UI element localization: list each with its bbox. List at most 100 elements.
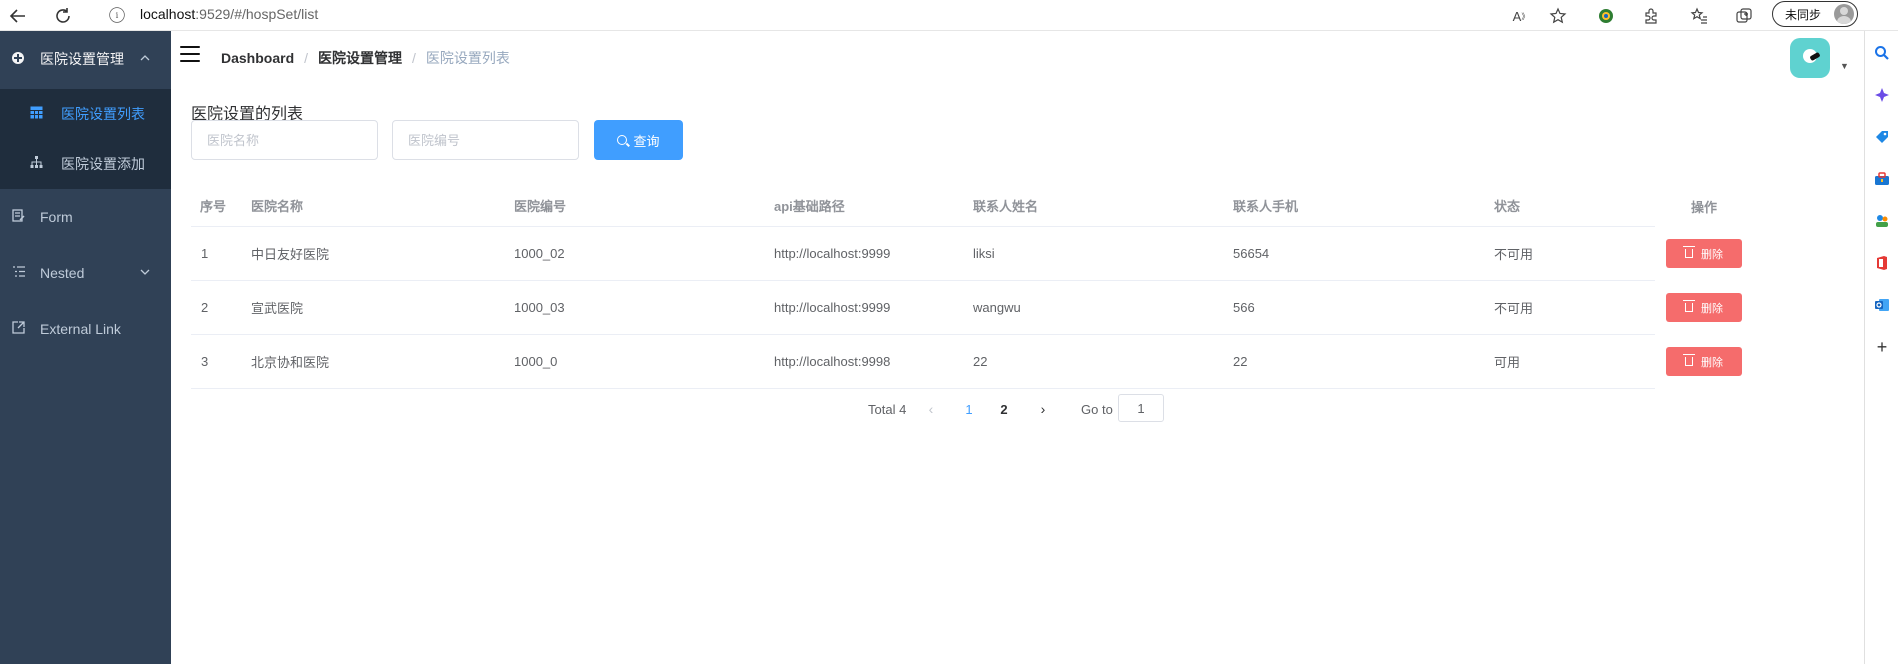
column-header: 医院名称 — [251, 199, 304, 214]
sidebar-item-hospital-add[interactable]: 医院设置添加 — [0, 139, 171, 189]
collections-icon[interactable] — [1733, 5, 1755, 27]
sidebar-item-hospital-settings[interactable]: 医院设置管理 — [0, 31, 171, 87]
cell-status: 不可用 — [1494, 301, 1534, 316]
chevron-left-icon[interactable]: ‹ — [924, 395, 938, 423]
browser-edge-sidebar: + — [1864, 31, 1898, 664]
sidebar-item-label: External Link — [40, 321, 121, 337]
search-button[interactable]: 查询 — [594, 120, 683, 160]
navbar: Dashboard / 医院设置管理 / 医院设置列表 ▼ — [171, 31, 1864, 83]
delete-button-label: 删除 — [1701, 302, 1723, 315]
trash-icon — [1683, 300, 1695, 312]
tree-icon — [30, 156, 43, 172]
hospital-name-input[interactable] — [191, 120, 378, 160]
sidebar-item-form[interactable]: Form — [0, 189, 171, 245]
breadcrumb-current: 医院设置列表 — [425, 50, 510, 66]
sidebar-item-nested[interactable]: Nested — [0, 245, 171, 301]
cell-actions: 删除 — [1666, 227, 1742, 280]
column-header: 医院编号 — [514, 199, 567, 214]
refresh-icon[interactable] — [51, 4, 75, 28]
table-row: 3 北京协和医院 1000_0 http://localhost:9998 22… — [191, 335, 1742, 389]
column-header: 序号 — [200, 199, 227, 214]
cell-hospital-code: 1000_02 — [514, 246, 565, 261]
cell-contact-name: wangwu — [973, 300, 1021, 315]
url-host: localhost — [140, 6, 196, 22]
cell-contact-name: liksi — [973, 246, 995, 261]
column-header: 联系人姓名 — [973, 199, 1039, 214]
cell-index: 2 — [201, 300, 209, 315]
cell-hospital-name: 中日友好医院 — [251, 247, 330, 262]
sidebar-item-label: Form — [40, 209, 73, 225]
sidebar-item-label: Nested — [40, 265, 85, 281]
external-link-icon — [10, 321, 26, 337]
sidebar-item-label: 医院设置列表 — [61, 106, 145, 122]
page-1-button[interactable]: 1 — [962, 395, 976, 423]
goto-page-input[interactable] — [1118, 394, 1164, 422]
shopping-tag-icon[interactable] — [1872, 127, 1892, 147]
cell-contact-phone: 566 — [1233, 300, 1255, 315]
cell-api-path: http://localhost:9999 — [774, 246, 891, 261]
search-button-label: 查询 — [633, 133, 660, 149]
cell-hospital-name: 宣武医院 — [251, 301, 304, 316]
extensions-icon[interactable] — [1640, 5, 1662, 27]
settings-gear-icon — [10, 51, 26, 68]
tools-icon[interactable] — [1872, 169, 1892, 189]
column-header: 联系人手机 — [1233, 199, 1299, 214]
cell-actions: 删除 — [1666, 281, 1742, 334]
cell-contact-phone: 56654 — [1233, 246, 1270, 261]
page-2-button[interactable]: 2 — [997, 395, 1011, 423]
copilot-icon[interactable] — [1872, 85, 1892, 105]
delete-button[interactable]: 删除 — [1666, 239, 1742, 268]
hamburger-icon[interactable] — [180, 46, 200, 64]
sidebar-item-external-link[interactable]: External Link — [0, 301, 171, 357]
info-icon[interactable]: i — [109, 7, 125, 23]
cell-hospital-name: 北京协和医院 — [251, 355, 330, 370]
chevron-up-icon — [140, 53, 150, 66]
delete-button-label: 删除 — [1701, 248, 1723, 261]
breadcrumb-dashboard[interactable]: Dashboard — [221, 50, 294, 66]
read-aloud-icon[interactable]: A 》 — [1510, 5, 1532, 27]
table-row: 1 中日友好医院 1000_02 http://localhost:9999 l… — [191, 227, 1742, 281]
breadcrumb: Dashboard / 医院设置管理 / 医院设置列表 — [221, 48, 510, 68]
office-icon[interactable] — [1872, 253, 1892, 273]
outlook-icon[interactable] — [1872, 295, 1892, 315]
form-icon — [10, 209, 26, 225]
cell-api-path: http://localhost:9999 — [774, 300, 891, 315]
profile-avatar-icon — [1834, 4, 1854, 24]
cell-contact-phone: 22 — [1233, 354, 1248, 369]
delete-button-label: 删除 — [1701, 356, 1723, 369]
add-favorite-icon[interactable] — [1547, 5, 1569, 27]
user-avatar-icon[interactable] — [1790, 38, 1830, 78]
trash-icon — [1683, 246, 1695, 258]
sidebar-item-label: 医院设置管理 — [40, 51, 124, 67]
chevron-right-icon[interactable]: › — [1036, 395, 1050, 423]
extension-globe-icon[interactable] — [1595, 5, 1617, 27]
pagination-total: Total 4 — [868, 401, 907, 417]
favorites-icon[interactable] — [1688, 5, 1710, 27]
delete-button[interactable]: 删除 — [1666, 293, 1742, 322]
nested-list-icon — [10, 265, 26, 281]
sync-button[interactable]: 未同步 — [1772, 1, 1858, 27]
address-bar[interactable]: localhost:9529/#/hospSet/list — [140, 6, 318, 22]
cell-index: 1 — [201, 246, 209, 261]
games-icon[interactable] — [1872, 211, 1892, 231]
url-path: :9529/#/hospSet/list — [195, 6, 319, 22]
cell-actions: 删除 — [1666, 335, 1742, 388]
cell-hospital-code: 1000_03 — [514, 300, 565, 315]
trash-icon — [1683, 354, 1695, 366]
table-header: 序号 医院名称 医院编号 api基础路径 联系人姓名 联系人手机 状态 — [191, 185, 1655, 227]
breadcrumb-hospital-settings[interactable]: 医院设置管理 — [318, 48, 402, 68]
column-header: api基础路径 — [774, 199, 845, 214]
sidebar-item-label: 医院设置添加 — [61, 156, 145, 172]
table-row: 2 宣武医院 1000_03 http://localhost:9999 wan… — [191, 281, 1742, 335]
sidebar-item-hospital-list[interactable]: 医院设置列表 — [0, 89, 171, 139]
caret-down-icon[interactable]: ▼ — [1840, 61, 1849, 71]
hospital-code-input[interactable] — [392, 120, 579, 160]
delete-button[interactable]: 删除 — [1666, 347, 1742, 376]
back-arrow-icon[interactable] — [6, 4, 30, 28]
cell-status: 可用 — [1494, 355, 1521, 370]
add-icon[interactable]: + — [1872, 337, 1892, 357]
search-icon[interactable] — [1872, 43, 1892, 63]
table-icon — [30, 106, 43, 122]
cell-status: 不可用 — [1494, 247, 1534, 262]
cell-index: 3 — [201, 354, 209, 369]
